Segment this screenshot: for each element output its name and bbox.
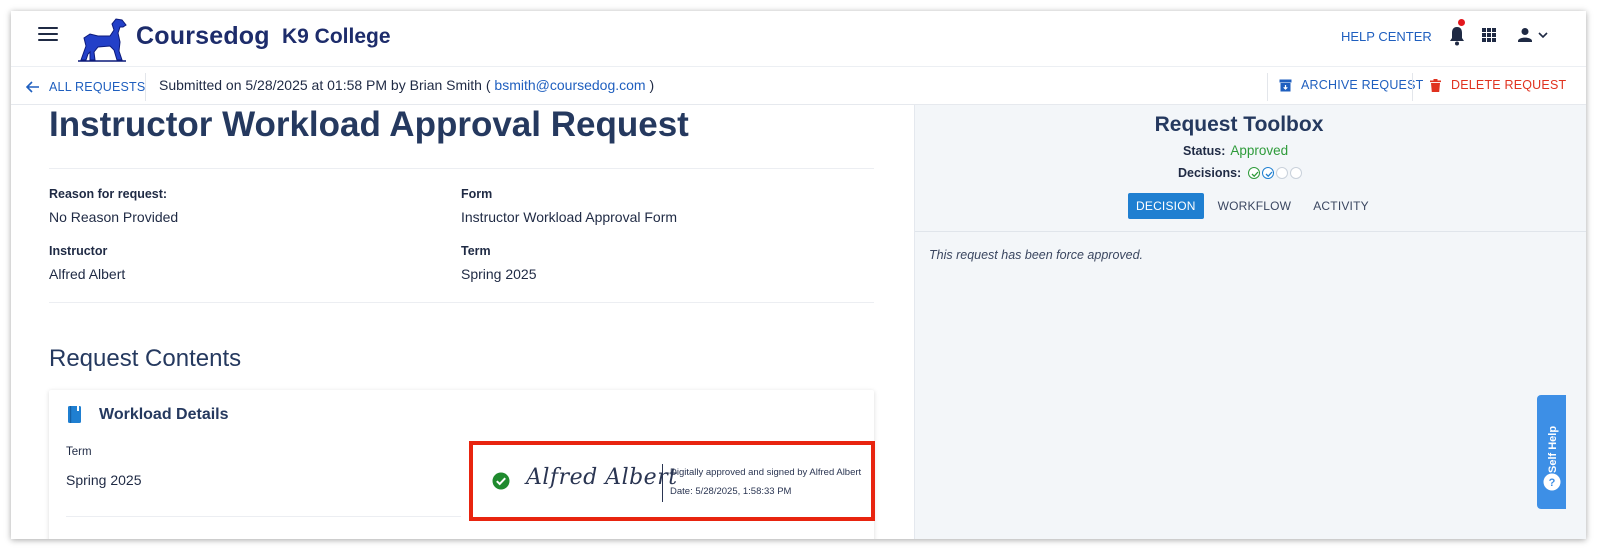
self-help-label: Self Help xyxy=(1547,425,1559,473)
user-icon xyxy=(1518,28,1532,42)
self-help-button[interactable]: Self Help ? xyxy=(1537,395,1566,509)
trash-icon xyxy=(1430,78,1441,92)
page-title: Instructor Workload Approval Request xyxy=(49,105,689,144)
status-label: Status: xyxy=(1183,144,1226,158)
submitted-suffix: ) xyxy=(645,77,655,93)
app-window: Coursedog K9 College HELP CENTER ALL REQ… xyxy=(11,11,1586,539)
card-term-value: Spring 2025 xyxy=(66,472,142,488)
all-requests-link[interactable]: ALL REQUESTS xyxy=(26,78,145,96)
request-subbar: ALL REQUESTS Submitted on 5/28/2025 at 0… xyxy=(11,67,1586,105)
bell-icon[interactable] xyxy=(1447,25,1467,47)
toolbox-title: Request Toolbox xyxy=(1154,113,1324,136)
card-title: Workload Details xyxy=(99,406,229,423)
divider xyxy=(1267,73,1268,101)
instructor-value: Alfred Albert xyxy=(49,266,126,282)
help-bubble-icon: ? xyxy=(1543,473,1561,491)
dog-logo-icon[interactable] xyxy=(76,16,128,62)
hamburger-icon[interactable] xyxy=(38,27,58,43)
decision-pending-icon xyxy=(1290,167,1303,179)
signature-date-text: Date: 5/28/2025, 1:58:33 PM xyxy=(670,486,792,497)
status-row: Status: Approved xyxy=(1183,143,1288,158)
top-bar: Coursedog K9 College HELP CENTER xyxy=(11,11,1586,67)
tab-decision[interactable]: DECISION xyxy=(1128,193,1204,219)
divider xyxy=(49,302,874,303)
status-badge: Approved xyxy=(1230,143,1289,158)
book-icon xyxy=(68,406,81,423)
divider xyxy=(66,516,461,517)
divider xyxy=(1412,73,1413,101)
archive-request-label: ARCHIVE REQUEST xyxy=(1301,78,1424,92)
divider xyxy=(145,73,146,101)
request-details-panel: Instructor Workload Approval Request Rea… xyxy=(11,105,914,539)
divider xyxy=(49,168,874,169)
reason-value: No Reason Provided xyxy=(49,209,179,225)
signature-block: Alfred Albert Digitally approved and sig… xyxy=(469,441,875,521)
decision-pending-icon xyxy=(1276,167,1289,179)
all-requests-label: ALL REQUESTS xyxy=(49,80,146,94)
decision-force-approved-icon xyxy=(1262,167,1275,179)
brand-name[interactable]: Coursedog xyxy=(136,22,270,51)
apps-grid-icon[interactable] xyxy=(1482,28,1496,42)
request-contents-title: Request Contents xyxy=(49,345,242,372)
check-circle-icon xyxy=(492,472,510,490)
term-value: Spring 2025 xyxy=(461,266,537,282)
svg-text:?: ? xyxy=(1549,477,1556,489)
workload-details-card: Workload Details Term Spring 2025 Alfred… xyxy=(49,390,875,539)
decisions-label: Decisions: xyxy=(1178,166,1242,180)
submitted-info: Submitted on 5/28/2025 at 01:58 PM by Br… xyxy=(159,77,654,93)
toolbox-tabs: DECISION WORKFLOW ACTIVITY xyxy=(1128,193,1383,219)
archive-request-button[interactable]: ARCHIVE REQUEST xyxy=(1279,78,1423,92)
decision-approved-icon xyxy=(1248,167,1261,179)
card-term-label: Term xyxy=(66,446,92,458)
help-center-link[interactable]: HELP CENTER xyxy=(1341,29,1432,44)
tab-workflow[interactable]: WORKFLOW xyxy=(1210,193,1300,219)
signature-divider xyxy=(662,464,663,502)
instructor-label: Instructor xyxy=(49,244,108,258)
form-label: Form xyxy=(461,187,493,201)
chevron-down-icon xyxy=(1538,32,1548,39)
college-name: K9 College xyxy=(282,25,391,48)
arrow-left-icon xyxy=(26,81,39,93)
divider xyxy=(915,231,1586,232)
tab-activity[interactable]: ACTIVITY xyxy=(1305,193,1377,219)
decision-message: This request has been force approved. xyxy=(929,248,1144,262)
form-value: Instructor Workload Approval Form xyxy=(461,209,678,225)
user-menu[interactable] xyxy=(1516,25,1552,47)
submitted-text: Submitted on 5/28/2025 at 01:58 PM by Br… xyxy=(159,77,495,93)
archive-icon xyxy=(1279,79,1292,91)
signature-name: Alfred Albert xyxy=(526,465,678,490)
term-label: Term xyxy=(461,244,491,258)
reason-label: Reason for request: xyxy=(49,187,168,201)
delete-request-label: DELETE REQUEST xyxy=(1451,78,1567,92)
request-toolbox: Request Toolbox Status: Approved Decision… xyxy=(914,105,1586,539)
signature-approval-text: Digitally approved and signed by Alfred … xyxy=(670,467,862,478)
notification-dot xyxy=(1458,19,1465,26)
delete-request-button[interactable]: DELETE REQUEST xyxy=(1430,78,1566,92)
submitter-email-link[interactable]: bsmith@coursedog.com xyxy=(494,77,645,93)
decisions-row: Decisions: xyxy=(1178,166,1304,180)
